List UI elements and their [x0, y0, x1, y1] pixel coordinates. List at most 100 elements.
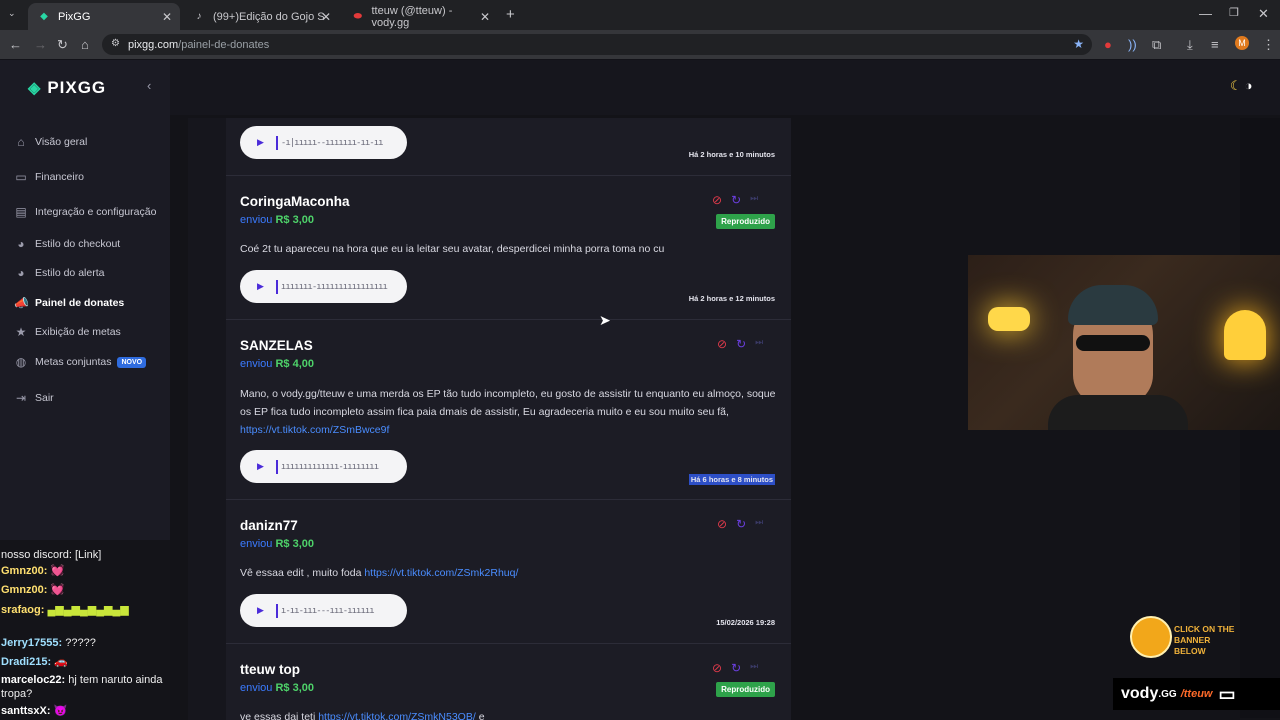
window-close-icon[interactable]: ✕: [1258, 6, 1269, 22]
tab-tiktok[interactable]: ♪ (99+)Edição do Gojo Satoru em ✕: [183, 3, 339, 30]
sidebar-item-metas-conjuntas[interactable]: ◍ Metas conjuntas NOVO: [14, 354, 147, 370]
sidebar-item-sair[interactable]: ⇥ Sair: [14, 390, 54, 406]
donation-amount: enviou R$ 3,00: [240, 682, 314, 694]
top-header: [170, 60, 1280, 115]
message-link[interactable]: https://vt.tiktok.com/ZSmkN53QB/: [318, 711, 476, 720]
tiktok-favicon-icon: ♪: [196, 11, 202, 22]
chat-user: Jerry17555:: [1, 637, 63, 649]
donation-message: ve essas daj tetj https://vt.tiktok.com/…: [240, 708, 780, 720]
donation-message: Mano, o vody.gg/tteuw e uma merda os EP …: [240, 385, 780, 439]
block-icon[interactable]: ⊘: [717, 517, 727, 531]
megaphone-icon: 📣: [14, 296, 29, 310]
close-icon[interactable]: ✕: [162, 10, 172, 24]
sidebar-item-label: Integração e configuração: [35, 206, 157, 218]
theme-toggle-icon[interactable]: ☾ ◑: [1230, 78, 1253, 94]
tab-title: tteuw (@tteuw) - vody.gg: [371, 4, 453, 29]
minimize-icon[interactable]: —: [1199, 6, 1212, 21]
message-text: ve essas daj tetj: [240, 711, 316, 720]
play-icon[interactable]: ▶: [257, 137, 264, 148]
extensions-puzzle-icon[interactable]: ⧉: [1152, 37, 1161, 53]
replay-icon[interactable]: ↻: [736, 517, 746, 531]
chat-text: ?????: [65, 637, 96, 649]
restore-icon[interactable]: ❐: [1229, 6, 1239, 19]
audio-player[interactable]: ▶ -ı|ııııı--ııııııı-ıı-ıı: [240, 126, 407, 159]
status-badge: Reproduzido: [716, 682, 775, 697]
url-host: pixgg.com: [128, 38, 179, 51]
skip-icon[interactable]: ⏭: [755, 337, 763, 351]
extension-wave-icon[interactable]: )): [1128, 37, 1137, 52]
skip-icon[interactable]: ⏭: [755, 517, 763, 531]
replay-icon[interactable]: ↻: [736, 337, 746, 351]
audio-player[interactable]: ▶ ı-ıı-ııı---ııı-ıııııı: [240, 594, 407, 627]
sidebar-item-integracao[interactable]: ▤ Integração e configuração: [14, 204, 156, 220]
tab-title: (99+)Edição do Gojo Satoru em: [213, 10, 325, 23]
reload-icon[interactable]: ↻: [57, 37, 68, 53]
play-icon[interactable]: ▶: [257, 281, 264, 292]
close-icon[interactable]: ✕: [321, 10, 331, 24]
chat-text: nosso discord: [Link]: [1, 549, 102, 561]
compass-icon: ◍: [15, 355, 27, 369]
chat-text: 😈: [53, 705, 68, 717]
playhead[interactable]: [275, 135, 278, 150]
bookmark-star-icon[interactable]: ★: [1073, 37, 1084, 51]
chat-message: Dradi215: 🚗: [1, 655, 68, 669]
replay-icon[interactable]: ↻: [731, 193, 741, 207]
replay-icon[interactable]: ↻: [731, 661, 741, 675]
url-field[interactable]: ⚙ pixgg.com/painel-de-donates ★: [102, 34, 1092, 55]
donation-actions: ⊘ ↻ ⏭: [712, 661, 758, 675]
profile-avatar[interactable]: M: [1235, 36, 1249, 50]
extension-red-icon[interactable]: ●: [1104, 37, 1112, 52]
playhead[interactable]: [275, 459, 278, 474]
tab-search-icon[interactable]: ⌄: [8, 8, 16, 19]
skip-icon[interactable]: ⏭: [750, 193, 758, 207]
chat-message: Gmnz00: 💓: [1, 583, 64, 597]
sidebar-item-visao-geral[interactable]: ⌂ Visão geral: [14, 134, 87, 150]
forward-icon[interactable]: →: [34, 37, 47, 52]
amount-value: R$ 4,00: [275, 358, 315, 370]
tab-vody[interactable]: ⬬ tteuw (@tteuw) - vody.gg ✕: [342, 3, 498, 30]
tab-pixgg[interactable]: ◆ PixGG ✕: [28, 3, 180, 30]
media-icon[interactable]: ≡: [1211, 37, 1219, 52]
playhead[interactable]: [275, 279, 278, 294]
sidebar-item-label: Visão geral: [35, 136, 88, 148]
banner-text: CLICK ON THE BANNER BELOW: [1174, 624, 1235, 656]
sidebar-item-financeiro[interactable]: ▭ Financeiro: [14, 169, 84, 185]
click-banner: CLICK ON THE BANNER BELOW: [1130, 612, 1240, 662]
message-link[interactable]: https://vt.tiktok.com/ZSmk2Rhuq/: [364, 567, 518, 579]
sidebar-item-estilo-alerta[interactable]: ◕ Estilo do alerta: [14, 265, 104, 281]
block-icon[interactable]: ⊘: [717, 337, 727, 351]
download-icon[interactable]: ⤓: [1187, 37, 1193, 53]
audio-player[interactable]: ▶ ııııııı-ıııııııııııııııı: [240, 270, 407, 303]
sidebar-item-label: Financeiro: [35, 171, 85, 183]
browser-tab-bar: ⌄ ◆ PixGG ✕ ♪ (99+)Edição do Gojo Satoru…: [0, 0, 1280, 30]
site-info-icon[interactable]: ⚙: [111, 38, 120, 49]
chat-message: nosso discord: [Link]: [1, 548, 101, 562]
donation-card: CoringaMaconha enviou R$ 3,00 ⊘ ↻ ⏭ Repr…: [226, 176, 791, 320]
close-icon[interactable]: ✕: [480, 10, 490, 24]
sent-label: enviou: [240, 358, 273, 370]
play-icon[interactable]: ▶: [257, 605, 264, 616]
chat-user: santtsxX:: [1, 705, 51, 717]
playhead[interactable]: [275, 603, 278, 618]
new-tab-icon[interactable]: +: [506, 6, 515, 23]
chat-text: 🚗: [54, 656, 68, 668]
lamp-right: [1224, 310, 1266, 360]
audio-player[interactable]: ▶ ııııııııııııı-ıııııııı: [240, 450, 407, 483]
sidebar-item-estilo-checkout[interactable]: ◕ Estilo do checkout: [14, 236, 120, 252]
chat-text: ▄▆▄▆▄▆▄▆▄▆: [47, 604, 129, 616]
skip-icon[interactable]: ⏭: [750, 661, 758, 675]
block-icon[interactable]: ⊘: [712, 193, 722, 207]
play-icon[interactable]: ▶: [257, 461, 264, 472]
menu-icon[interactable]: ⋮: [1262, 37, 1275, 53]
block-icon[interactable]: ⊘: [712, 661, 722, 675]
chat-message: Jerry17555: ?????: [1, 636, 96, 650]
collapse-sidebar-icon[interactable]: ‹: [147, 78, 151, 93]
message-link[interactable]: https://vt.tiktok.com/ZSmBwce9f: [240, 424, 389, 436]
pixgg-logo-icon: ◈: [28, 80, 42, 97]
chat-user: srafaog:: [1, 604, 45, 616]
back-icon[interactable]: ←: [9, 37, 22, 52]
donation-amount: enviou R$ 3,00: [240, 538, 314, 550]
sidebar-item-painel-donates[interactable]: 📣 Painel de donates: [14, 295, 124, 311]
home-icon[interactable]: ⌂: [81, 37, 89, 52]
sidebar-item-exibicao-metas[interactable]: ★ Exibição de metas: [14, 324, 121, 340]
